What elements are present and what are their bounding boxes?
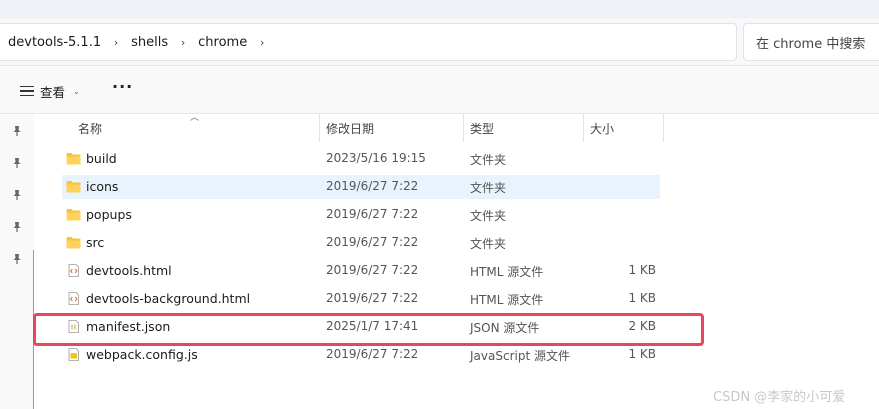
chevron-down-icon: ⌄ — [73, 86, 80, 96]
breadcrumb-chrome[interactable]: chrome — [198, 35, 247, 50]
column-header-date[interactable]: 修改日期 — [320, 114, 464, 142]
js-file-icon — [68, 348, 79, 361]
html-file-icon — [68, 292, 79, 305]
chevron-right-icon[interactable]: › — [101, 36, 131, 49]
pin-icon[interactable] — [11, 253, 23, 265]
file-type: 文件夹 — [470, 237, 507, 251]
file-type: HTML 源文件 — [470, 265, 544, 279]
file-name: webpack.config.js — [86, 347, 198, 362]
more-options-button[interactable]: ··· — [112, 77, 133, 96]
list-view-icon — [20, 86, 34, 96]
file-date: 2019/6/27 7:22 — [326, 263, 419, 277]
file-date: 2023/5/16 19:15 — [326, 151, 426, 165]
breadcrumb-shells[interactable]: shells — [131, 35, 168, 50]
file-size: 1 KB — [628, 263, 656, 277]
window-top-strip — [0, 0, 879, 18]
pin-icon[interactable] — [11, 189, 23, 201]
watermark: CSDN @李家的小可爱 — [713, 390, 846, 405]
json-file-icon — [68, 320, 79, 333]
file-name: popups — [86, 207, 132, 222]
file-date: 2019/6/27 7:22 — [326, 235, 419, 249]
search-input[interactable]: 在 chrome 中搜索 — [743, 23, 879, 61]
file-date: 2025/1/7 17:41 — [326, 319, 419, 333]
pane-splitter[interactable] — [33, 250, 34, 409]
file-row[interactable]: webpack.config.js 2019/6/27 7:22 JavaScr… — [62, 343, 660, 367]
breadcrumb-devtools[interactable]: devtools-5.1.1 — [8, 35, 101, 50]
column-header-size[interactable]: 大小 — [584, 114, 664, 142]
file-name: icons — [86, 179, 119, 194]
folder-icon — [66, 181, 81, 193]
file-name: build — [86, 151, 117, 166]
file-row[interactable]: build 2023/5/16 19:15 文件夹 — [62, 147, 660, 171]
file-size: 1 KB — [628, 347, 656, 361]
column-header-date-label: 修改日期 — [326, 121, 375, 136]
file-name: devtools.html — [86, 263, 172, 278]
file-row[interactable]: devtools-background.html 2019/6/27 7:22 … — [62, 287, 660, 311]
column-header-type[interactable]: 类型 — [464, 114, 584, 142]
pin-icon[interactable] — [11, 157, 23, 169]
file-row[interactable]: src 2019/6/27 7:22 文件夹 — [62, 231, 660, 255]
file-date: 2019/6/27 7:22 — [326, 347, 419, 361]
pin-icon[interactable] — [11, 221, 23, 233]
column-header-name[interactable]: 名称 — [62, 114, 320, 142]
navigation-pane — [0, 114, 34, 409]
file-row[interactable]: popups 2019/6/27 7:22 文件夹 — [62, 203, 660, 227]
file-type: JavaScript 源文件 — [470, 349, 570, 363]
column-header-type-label: 类型 — [470, 121, 495, 136]
pin-icon[interactable] — [11, 125, 23, 137]
column-header-size-label: 大小 — [590, 121, 615, 136]
chevron-right-icon[interactable]: › — [247, 36, 277, 49]
file-row[interactable]: icons 2019/6/27 7:22 文件夹 — [62, 175, 660, 199]
folder-icon — [66, 237, 81, 249]
file-date: 2019/6/27 7:22 — [326, 291, 419, 305]
view-button[interactable]: 查看 ⌄ — [20, 80, 80, 102]
file-row[interactable]: devtools.html 2019/6/27 7:22 HTML 源文件 1 … — [62, 259, 660, 283]
file-size: 2 KB — [628, 319, 656, 333]
file-row[interactable]: manifest.json 2025/1/7 17:41 JSON 源文件 2 … — [62, 315, 660, 339]
address-bar-row: devtools-5.1.1 › shells › chrome › 在 chr… — [0, 18, 879, 66]
column-header-name-label: 名称 — [78, 121, 103, 136]
file-type: 文件夹 — [470, 153, 507, 167]
chevron-right-icon[interactable]: › — [168, 36, 198, 49]
file-date: 2019/6/27 7:22 — [326, 207, 419, 221]
file-type: 文件夹 — [470, 181, 507, 195]
file-name: devtools-background.html — [86, 291, 251, 306]
toolbar: 查看 ⌄ ··· — [0, 66, 879, 114]
file-type: JSON 源文件 — [470, 321, 540, 335]
file-type: 文件夹 — [470, 209, 507, 223]
folder-icon — [66, 209, 81, 221]
file-type: HTML 源文件 — [470, 293, 544, 307]
file-date: 2019/6/27 7:22 — [326, 179, 419, 193]
view-label: 查看 — [40, 84, 66, 100]
file-name: manifest.json — [86, 319, 171, 334]
file-name: src — [86, 235, 105, 250]
folder-icon — [66, 153, 81, 165]
file-size: 1 KB — [628, 291, 656, 305]
html-file-icon — [68, 264, 79, 277]
address-bar[interactable]: devtools-5.1.1 › shells › chrome › — [0, 23, 737, 61]
